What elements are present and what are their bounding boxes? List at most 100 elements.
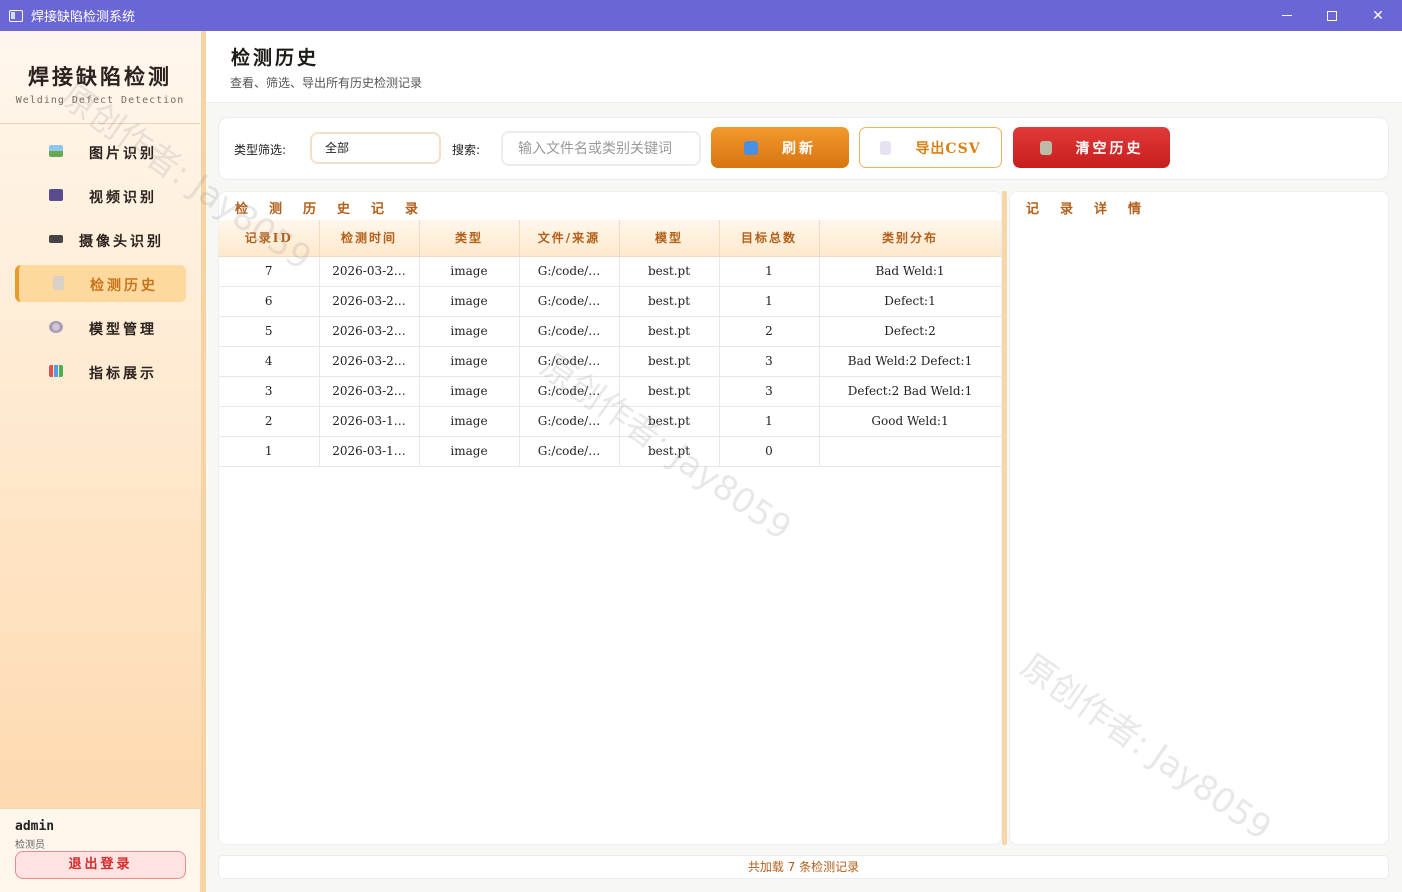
sidebar-item-label: 模型管理 bbox=[89, 322, 157, 338]
table-cell: Bad Weld:2 Defect:1 bbox=[819, 346, 1001, 377]
splitter-handle[interactable] bbox=[1002, 191, 1007, 845]
table-cell: Defect:2 bbox=[819, 316, 1001, 347]
main-content: 检测历史 查看、筛选、导出所有历史检测记录 类型筛选: 全部 搜索: 刷新 导出… bbox=[206, 31, 1402, 892]
sidebar-item-model-management[interactable]: 模型管理 bbox=[15, 309, 186, 346]
table-cell: 1 bbox=[719, 256, 820, 287]
trash-icon bbox=[1039, 140, 1052, 155]
records-panel-title: 检测历史记录 bbox=[235, 202, 440, 217]
brand-title: 焊接缺陷检测 bbox=[28, 64, 172, 89]
close-button[interactable]: ✕ bbox=[1355, 0, 1401, 31]
sidebar-item-history[interactable]: 检测历史 bbox=[15, 265, 186, 302]
column-header[interactable]: 目标总数 bbox=[719, 220, 820, 257]
detail-panel-title: 记录详情 bbox=[1026, 202, 1163, 217]
clear-history-button[interactable]: 清空历史 bbox=[1013, 127, 1170, 168]
table-cell: Bad Weld:1 bbox=[819, 256, 1001, 287]
sidebar-item-metrics[interactable]: 指标展示 bbox=[15, 353, 186, 390]
table-cell: G:/code/… bbox=[519, 376, 620, 407]
user-panel: admin 检测员 退出登录 bbox=[0, 808, 200, 892]
sidebar-item-camera-recognition[interactable]: 摄像头识别 bbox=[15, 221, 186, 258]
column-header[interactable]: 文件/来源 bbox=[519, 220, 620, 257]
table-cell: 2026-03-2… bbox=[319, 376, 420, 407]
maximize-button[interactable] bbox=[1309, 0, 1355, 31]
sidebar: 焊接缺陷检测 Welding Defect Detection 图片识别 视频识… bbox=[0, 31, 206, 892]
page-subtitle: 查看、筛选、导出所有历史检测记录 bbox=[230, 76, 423, 90]
status-bar: 共加载 7 条检测记录 bbox=[218, 855, 1389, 879]
minimize-button[interactable] bbox=[1264, 0, 1310, 31]
gear-icon bbox=[49, 321, 63, 333]
table-cell: G:/code/… bbox=[519, 286, 620, 317]
table-cell: 2 bbox=[719, 316, 820, 347]
brand: 焊接缺陷检测 Welding Defect Detection bbox=[0, 61, 200, 106]
table-cell: image bbox=[419, 406, 520, 437]
column-header[interactable]: 模型 bbox=[619, 220, 720, 257]
table-cell: image bbox=[419, 316, 520, 347]
table-cell: 3 bbox=[719, 376, 820, 407]
image-icon bbox=[49, 145, 63, 157]
table-cell: 2026-03-1… bbox=[319, 406, 420, 437]
refresh-button[interactable]: 刷新 bbox=[711, 127, 849, 168]
column-header[interactable]: 检测时间 bbox=[319, 220, 420, 257]
table-cell: best.pt bbox=[619, 406, 720, 437]
table-cell: 6 bbox=[219, 286, 320, 317]
table-cell: image bbox=[419, 436, 520, 467]
table-cell: image bbox=[419, 286, 520, 317]
export-label: 导出CSV bbox=[915, 140, 981, 157]
table-cell: 2026-03-2… bbox=[319, 256, 420, 287]
table-row[interactable]: 6 2026-03-2… image G:/code/… best.pt 1 D… bbox=[219, 286, 1001, 317]
title-bar: 焊接缺陷检测系统 ✕ bbox=[0, 0, 1402, 31]
page-header: 检测历史 查看、筛选、导出所有历史检测记录 bbox=[206, 31, 1402, 103]
column-header[interactable]: 记录ID bbox=[219, 220, 320, 257]
sidebar-item-label: 检测历史 bbox=[90, 278, 158, 294]
column-header[interactable]: 类型 bbox=[419, 220, 520, 257]
column-header[interactable]: 类别分布 bbox=[819, 220, 1001, 257]
table-cell: 4 bbox=[219, 346, 320, 377]
table-row[interactable]: 3 2026-03-2… image G:/code/… best.pt 3 D… bbox=[219, 376, 1001, 407]
table-row[interactable]: 4 2026-03-2… image G:/code/… best.pt 3 B… bbox=[219, 346, 1001, 377]
sidebar-item-image-recognition[interactable]: 图片识别 bbox=[15, 133, 186, 170]
minimize-icon bbox=[1282, 15, 1292, 16]
brand-subtitle: Welding Defect Detection bbox=[15, 95, 185, 106]
filter-toolbar: 类型筛选: 全部 搜索: 刷新 导出CSV 清空历史 bbox=[218, 117, 1389, 180]
table-cell: best.pt bbox=[619, 436, 720, 467]
table-cell bbox=[819, 436, 1001, 467]
detail-panel: 记录详情 bbox=[1009, 191, 1389, 845]
sidebar-nav: 图片识别 视频识别 摄像头识别 检测历史 模型管理 指标展示 bbox=[15, 133, 186, 397]
video-icon bbox=[49, 189, 63, 201]
table-cell: G:/code/… bbox=[519, 256, 620, 287]
table-cell: best.pt bbox=[619, 376, 720, 407]
table-header-row: 记录ID 检测时间 类型 文件/来源 模型 目标总数 类别分布 bbox=[219, 220, 1001, 257]
table-row[interactable]: 7 2026-03-2… image G:/code/… best.pt 1 B… bbox=[219, 256, 1001, 287]
table-cell: 2026-03-2… bbox=[319, 346, 420, 377]
table-cell: 3 bbox=[719, 346, 820, 377]
records-table: 记录ID 检测时间 类型 文件/来源 模型 目标总数 类别分布 7 2026-0… bbox=[219, 220, 1001, 467]
table-cell: G:/code/… bbox=[519, 346, 620, 377]
bar-chart-icon bbox=[49, 365, 63, 377]
table-cell: best.pt bbox=[619, 316, 720, 347]
search-input[interactable] bbox=[501, 131, 701, 166]
table-row[interactable]: 5 2026-03-2… image G:/code/… best.pt 2 D… bbox=[219, 316, 1001, 347]
sidebar-item-video-recognition[interactable]: 视频识别 bbox=[15, 177, 186, 214]
camera-icon bbox=[49, 235, 63, 243]
page-title: 检测历史 bbox=[231, 47, 320, 69]
table-cell: best.pt bbox=[619, 256, 720, 287]
sidebar-item-label: 图片识别 bbox=[89, 146, 157, 162]
close-icon: ✕ bbox=[1372, 7, 1384, 24]
window-title: 焊接缺陷检测系统 bbox=[31, 10, 136, 25]
export-csv-button[interactable]: 导出CSV bbox=[859, 127, 1002, 168]
table-cell: image bbox=[419, 346, 520, 377]
history-icon bbox=[53, 276, 64, 290]
table-row[interactable]: 2 2026-03-1… image G:/code/… best.pt 1 G… bbox=[219, 406, 1001, 437]
table-cell: 1 bbox=[719, 286, 820, 317]
sidebar-item-label: 摄像头识别 bbox=[79, 234, 164, 250]
table-cell: G:/code/… bbox=[519, 436, 620, 467]
sidebar-item-label: 指标展示 bbox=[89, 366, 157, 382]
table-row[interactable]: 1 2026-03-1… image G:/code/… best.pt 0 bbox=[219, 436, 1001, 467]
logout-button[interactable]: 退出登录 bbox=[15, 851, 186, 879]
refresh-label: 刷新 bbox=[782, 140, 816, 157]
document-icon bbox=[880, 140, 892, 155]
type-filter-select[interactable]: 全部 bbox=[310, 132, 441, 164]
table-cell: best.pt bbox=[619, 346, 720, 377]
refresh-icon bbox=[744, 140, 758, 155]
table-cell: 0 bbox=[719, 436, 820, 467]
table-cell: 2026-03-2… bbox=[319, 286, 420, 317]
